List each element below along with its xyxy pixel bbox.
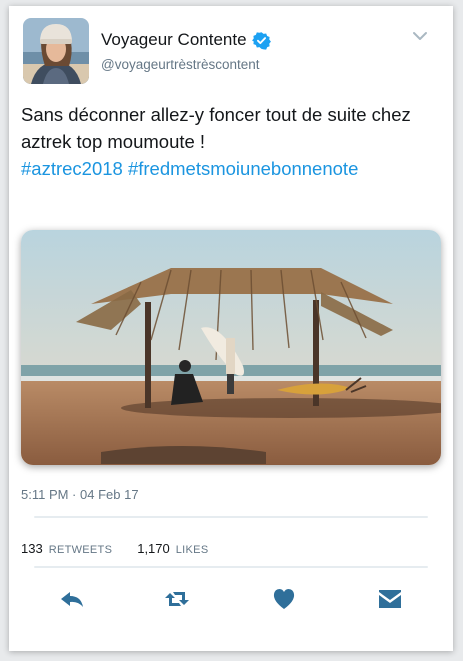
- likes-label: LIKES: [175, 544, 209, 556]
- divider: [34, 516, 428, 518]
- tweet-text: Sans déconner allez-y foncer tout de sui…: [21, 101, 441, 182]
- author-handle[interactable]: @voyageurtrèstrèscontent: [101, 57, 260, 72]
- retweet-button[interactable]: [162, 584, 192, 614]
- hashtag-link[interactable]: #aztrec2018: [21, 158, 123, 179]
- retweet-icon: [162, 592, 192, 618]
- tweet-body: Sans déconner allez-y foncer tout de sui…: [21, 104, 411, 152]
- tweet-actions: [9, 584, 453, 614]
- retweets-count: 133: [21, 541, 43, 556]
- verified-badge-icon: [251, 31, 271, 50]
- reply-button[interactable]: [57, 584, 87, 614]
- reply-icon: [57, 592, 87, 618]
- chevron-down-icon[interactable]: [412, 28, 428, 44]
- author-name[interactable]: Voyageur Contente: [101, 30, 247, 50]
- like-icon: [269, 589, 299, 618]
- tweet-photo[interactable]: [21, 230, 441, 465]
- author-name-row: Voyageur Contente: [101, 30, 271, 50]
- retweets-stat[interactable]: 133 RETWEETS: [21, 541, 112, 556]
- avatar[interactable]: [23, 18, 89, 84]
- retweets-label: RETWEETS: [48, 544, 113, 556]
- tweet-stats: 133 RETWEETS 1,170 LIKES: [21, 541, 208, 556]
- hashtag-link[interactable]: #fredmetsmoiunebonnenote: [128, 158, 358, 179]
- divider: [34, 566, 428, 568]
- tweet-card: Voyageur Contente @voyageurtrèstrèsconte…: [9, 6, 453, 651]
- like-button[interactable]: [269, 584, 299, 614]
- likes-count: 1,170: [137, 541, 170, 556]
- message-icon: [375, 590, 405, 618]
- likes-stat[interactable]: 1,170 LIKES: [137, 541, 208, 556]
- tweet-timestamp[interactable]: 5:11 PM · 04 Feb 17: [21, 487, 139, 502]
- message-button[interactable]: [375, 584, 405, 614]
